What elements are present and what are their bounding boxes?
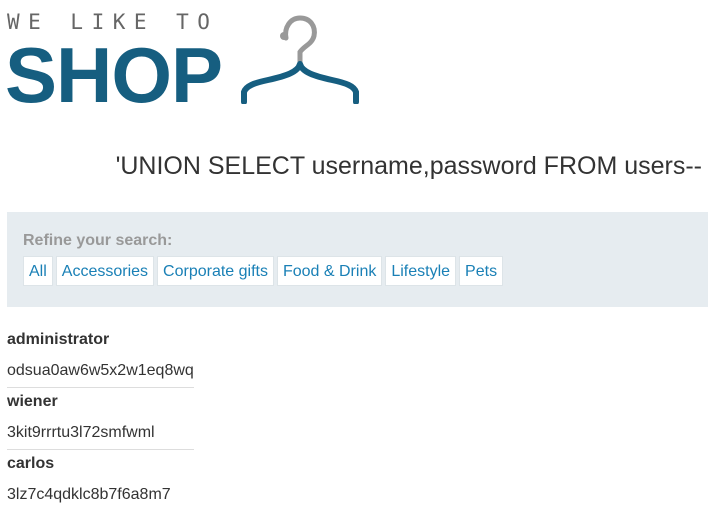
search-query-heading: 'UNION SELECT username,password FROM use… [115,152,702,180]
logo-wordmark: SHOP [5,31,223,119]
table-row: administrator odsua0aw6w5x2w1eq8wq [7,326,194,388]
result-username: carlos [7,455,55,472]
result-password: 3lz7c4qdklc8b7f6a8m7 [7,486,171,503]
filter-link-accessories[interactable]: Accessories [55,256,155,286]
table-row: carlos 3lz7c4qdklc8b7f6a8m7 [7,450,194,511]
filter-links: All Accessories Corporate gifts Food & D… [23,256,504,286]
filter-link-food-drink[interactable]: Food & Drink [276,256,383,286]
result-password: odsua0aw6w5x2w1eq8wq [7,362,194,379]
result-password: 3kit9rrrtu3l72smfwml [7,424,155,441]
filter-link-all[interactable]: All [23,256,53,286]
filter-link-corporate-gifts[interactable]: Corporate gifts [157,256,274,286]
table-row: wiener 3kit9rrrtu3l72smfwml [7,388,194,450]
filter-link-pets[interactable]: Pets [459,256,504,286]
filter-panel: Refine your search: All Accessories Corp… [7,212,708,307]
hanger-icon [241,15,359,104]
filter-link-lifestyle[interactable]: Lifestyle [385,256,457,286]
result-username: wiener [7,393,58,410]
result-username: administrator [7,331,110,348]
filter-title: Refine your search: [23,232,173,249]
site-logo[interactable]: WE LIKE TO SHOP [5,10,359,114]
results-table: administrator odsua0aw6w5x2w1eq8wq wiene… [7,326,194,511]
